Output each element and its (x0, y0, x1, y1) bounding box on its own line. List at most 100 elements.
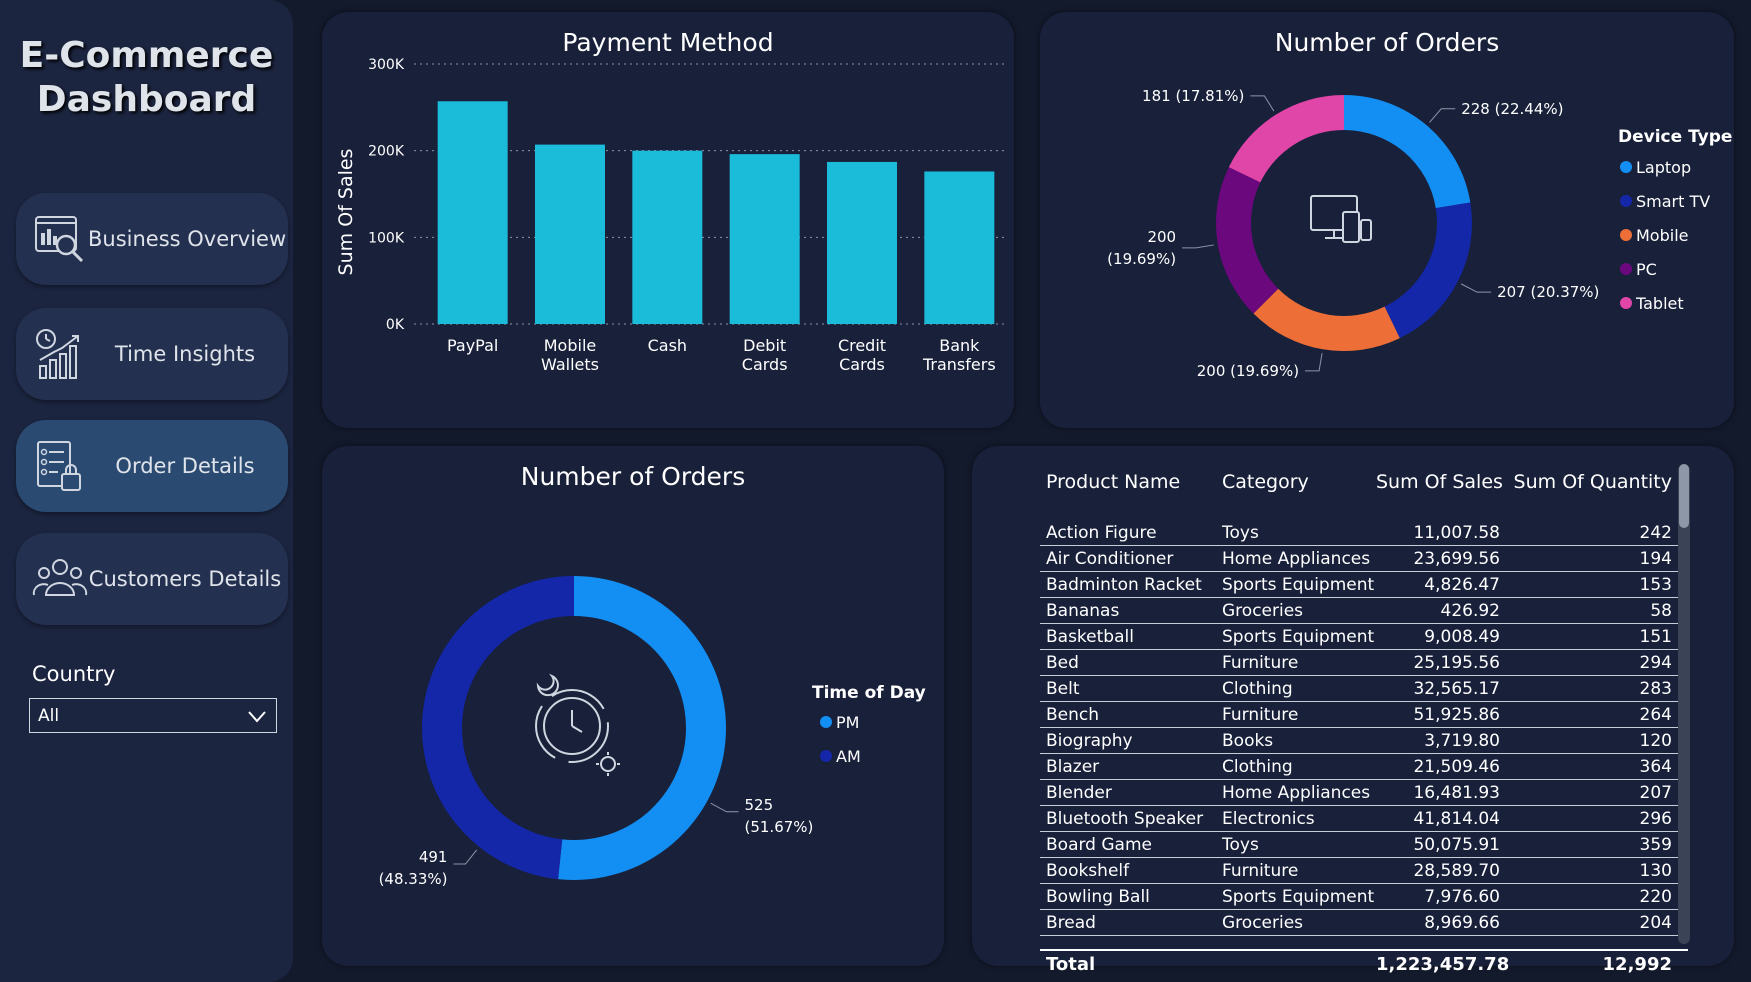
legend-marker (820, 716, 832, 728)
table-row[interactable]: Board Game Toys 50,075.91 359 (1040, 832, 1688, 858)
legend-item-pc[interactable]: PC (1636, 260, 1657, 279)
chevron-down-icon (248, 711, 266, 723)
legend-item-mobile[interactable]: Mobile (1636, 226, 1688, 245)
table-row[interactable]: Bowling Ball Sports Equipment 7,976.60 220 (1040, 884, 1688, 910)
table-row[interactable]: Badminton Racket Sports Equipment 4,826.47… (1040, 572, 1688, 598)
legend-item-laptop[interactable]: Laptop (1636, 158, 1691, 177)
cell-sum-of-quantity: 153 (1639, 574, 1672, 595)
cell-product-name: Air Conditioner (1046, 548, 1174, 569)
table-row[interactable]: Building BlocksToys3,785.73177 (1040, 936, 1688, 941)
table-row[interactable]: Bookshelf Furniture 28,589.70 130 (1040, 858, 1688, 884)
table-row[interactable]: Blender Home Appliances 16,481.93 207 (1040, 780, 1688, 806)
table-row[interactable]: Belt Clothing 32,565.17 283 (1040, 676, 1688, 702)
table-scrollbar-thumb[interactable] (1679, 464, 1689, 528)
cell-sum-of-sales: 9,008.49 (1424, 626, 1500, 647)
legend-item-tablet[interactable]: Tablet (1635, 294, 1684, 313)
table-row[interactable]: Biography Books 3,719.80 120 (1040, 728, 1688, 754)
label-leader-line (1305, 353, 1323, 372)
slice-pc[interactable] (1216, 167, 1279, 314)
cell-sum-of-sales: 25,195.56 (1413, 652, 1500, 673)
nav-order-details-button[interactable]: Order Details (16, 420, 288, 512)
table-row[interactable]: Blazer Clothing 21,509.46 364 (1040, 754, 1688, 780)
cell-sum-of-sales: 21,509.46 (1413, 756, 1500, 777)
slice-data-label-percent: (48.33%) (379, 870, 448, 888)
bar-cash[interactable] (632, 150, 703, 324)
table-row[interactable]: Action Figure Toys 11,007.58 242 (1040, 520, 1688, 546)
table-row[interactable]: Bed Furniture 25,195.56 294 (1040, 650, 1688, 676)
clock-day-night-icon (535, 673, 620, 776)
table-row[interactable]: Bench Furniture 51,925.86 264 (1040, 702, 1688, 728)
label-leader-line (1250, 95, 1275, 112)
bar-bank-transfers[interactable] (924, 171, 995, 324)
time-of-day-donut-chart: Time of Day 525 (51.67%) 491 (48.33%) PM AM (379, 576, 926, 888)
cell-product-name: Biography (1046, 730, 1133, 751)
slice-laptop[interactable] (1344, 95, 1471, 209)
cell-sum-of-sales: 4,826.47 (1424, 574, 1500, 595)
legend-marker (1620, 161, 1632, 173)
table-row[interactable]: Basketball Sports Equipment 9,008.49 151 (1040, 624, 1688, 650)
cell-sum-of-sales: 51,925.86 (1413, 704, 1500, 725)
cell-category: Sports Equipment (1222, 886, 1375, 907)
y-tick-label: 100K (368, 230, 405, 246)
table-scrollbar[interactable] (1678, 464, 1690, 944)
bar-paypal[interactable] (437, 101, 508, 325)
x-tick-label: Mobile (544, 336, 596, 355)
cell-category: Home Appliances (1222, 782, 1371, 803)
cell-sum-of-quantity: 204 (1639, 912, 1672, 933)
legend-item-am[interactable]: AM (836, 747, 861, 766)
slice-data-label-value: 525 (744, 796, 773, 814)
cell-sum-of-sales: 3,785.73 (1376, 939, 1508, 941)
cell-sum-of-quantity: 359 (1639, 834, 1672, 855)
legend-marker (1620, 195, 1632, 207)
cell-sum-of-quantity: 207 (1639, 782, 1672, 803)
cell-product-name: Basketball (1046, 626, 1134, 647)
time-legend-title: Time of Day (812, 683, 926, 703)
slice-tablet[interactable] (1228, 95, 1344, 183)
cell-category: Furniture (1222, 704, 1299, 725)
table-row[interactable]: Bluetooth Speaker Electronics 41,814.04 296 (1040, 806, 1688, 832)
header-sum-of-sales[interactable]: Sum Of Sales (1376, 471, 1508, 493)
header-category[interactable]: Category (1216, 471, 1376, 493)
header-sum-of-quantity[interactable]: Sum Of Quantity (1508, 471, 1680, 493)
cell-sum-of-quantity: 194 (1639, 548, 1672, 569)
cell-sum-of-quantity: 120 (1639, 730, 1672, 751)
legend-item-pm[interactable]: PM (836, 713, 859, 732)
country-dropdown[interactable]: All (29, 698, 277, 733)
header-product-name[interactable]: Product Name (1040, 471, 1216, 493)
cell-sum-of-quantity: 364 (1639, 756, 1672, 777)
table-row[interactable]: Air Conditioner Home Appliances 23,699.56 1… (1040, 546, 1688, 572)
cell-sum-of-quantity: 294 (1639, 652, 1672, 673)
cell-sum-of-quantity: 242 (1639, 522, 1672, 543)
table-total-row: Total 1,223,457.78 12,992 (1040, 949, 1688, 975)
slice-data-label: 200 (1147, 228, 1176, 246)
total-quantity: 12,992 (1602, 954, 1672, 975)
bar-credit-cards[interactable] (827, 161, 897, 324)
slice-am[interactable] (421, 576, 574, 880)
cell-category: Toys (1216, 939, 1376, 941)
cell-product-name: Building Blocks (1040, 939, 1216, 941)
nav-business-overview-button[interactable]: Business Overview (16, 193, 288, 285)
cell-sum-of-sales: 426.92 (1440, 600, 1500, 621)
legend-item-smart-tv[interactable]: Smart TV (1636, 192, 1710, 211)
cell-product-name: Bananas (1046, 600, 1120, 621)
nav-time-insights-button[interactable]: Time Insights (16, 308, 288, 400)
cell-product-name: Bench (1046, 704, 1100, 725)
slice-pm[interactable] (558, 576, 726, 880)
cell-sum-of-quantity: 130 (1639, 860, 1672, 881)
country-dropdown-value: All (38, 705, 60, 726)
nav-customers-details-button[interactable]: Customers Details (16, 533, 288, 625)
cell-product-name: Bed (1046, 652, 1079, 673)
table-row[interactable]: Bread Groceries 8,969.66 204 (1040, 910, 1688, 936)
x-tick-label: Transfers (922, 355, 996, 374)
slice-mobile[interactable] (1253, 288, 1400, 351)
table-row[interactable]: Bananas Groceries 426.92 58 (1040, 598, 1688, 624)
slice-data-label: 181 (17.81%) (1142, 87, 1244, 105)
slice-data-label-value: 491 (419, 848, 448, 866)
devices-icon (1310, 195, 1372, 243)
bar-mobile-wallets[interactable] (535, 144, 605, 324)
cell-product-name: Bowling Ball (1046, 886, 1150, 907)
cell-category: Furniture (1222, 860, 1299, 881)
slice-smart-tv[interactable] (1384, 202, 1472, 339)
bar-debit-cards[interactable] (729, 154, 800, 324)
x-tick-label: Wallets (541, 355, 599, 374)
